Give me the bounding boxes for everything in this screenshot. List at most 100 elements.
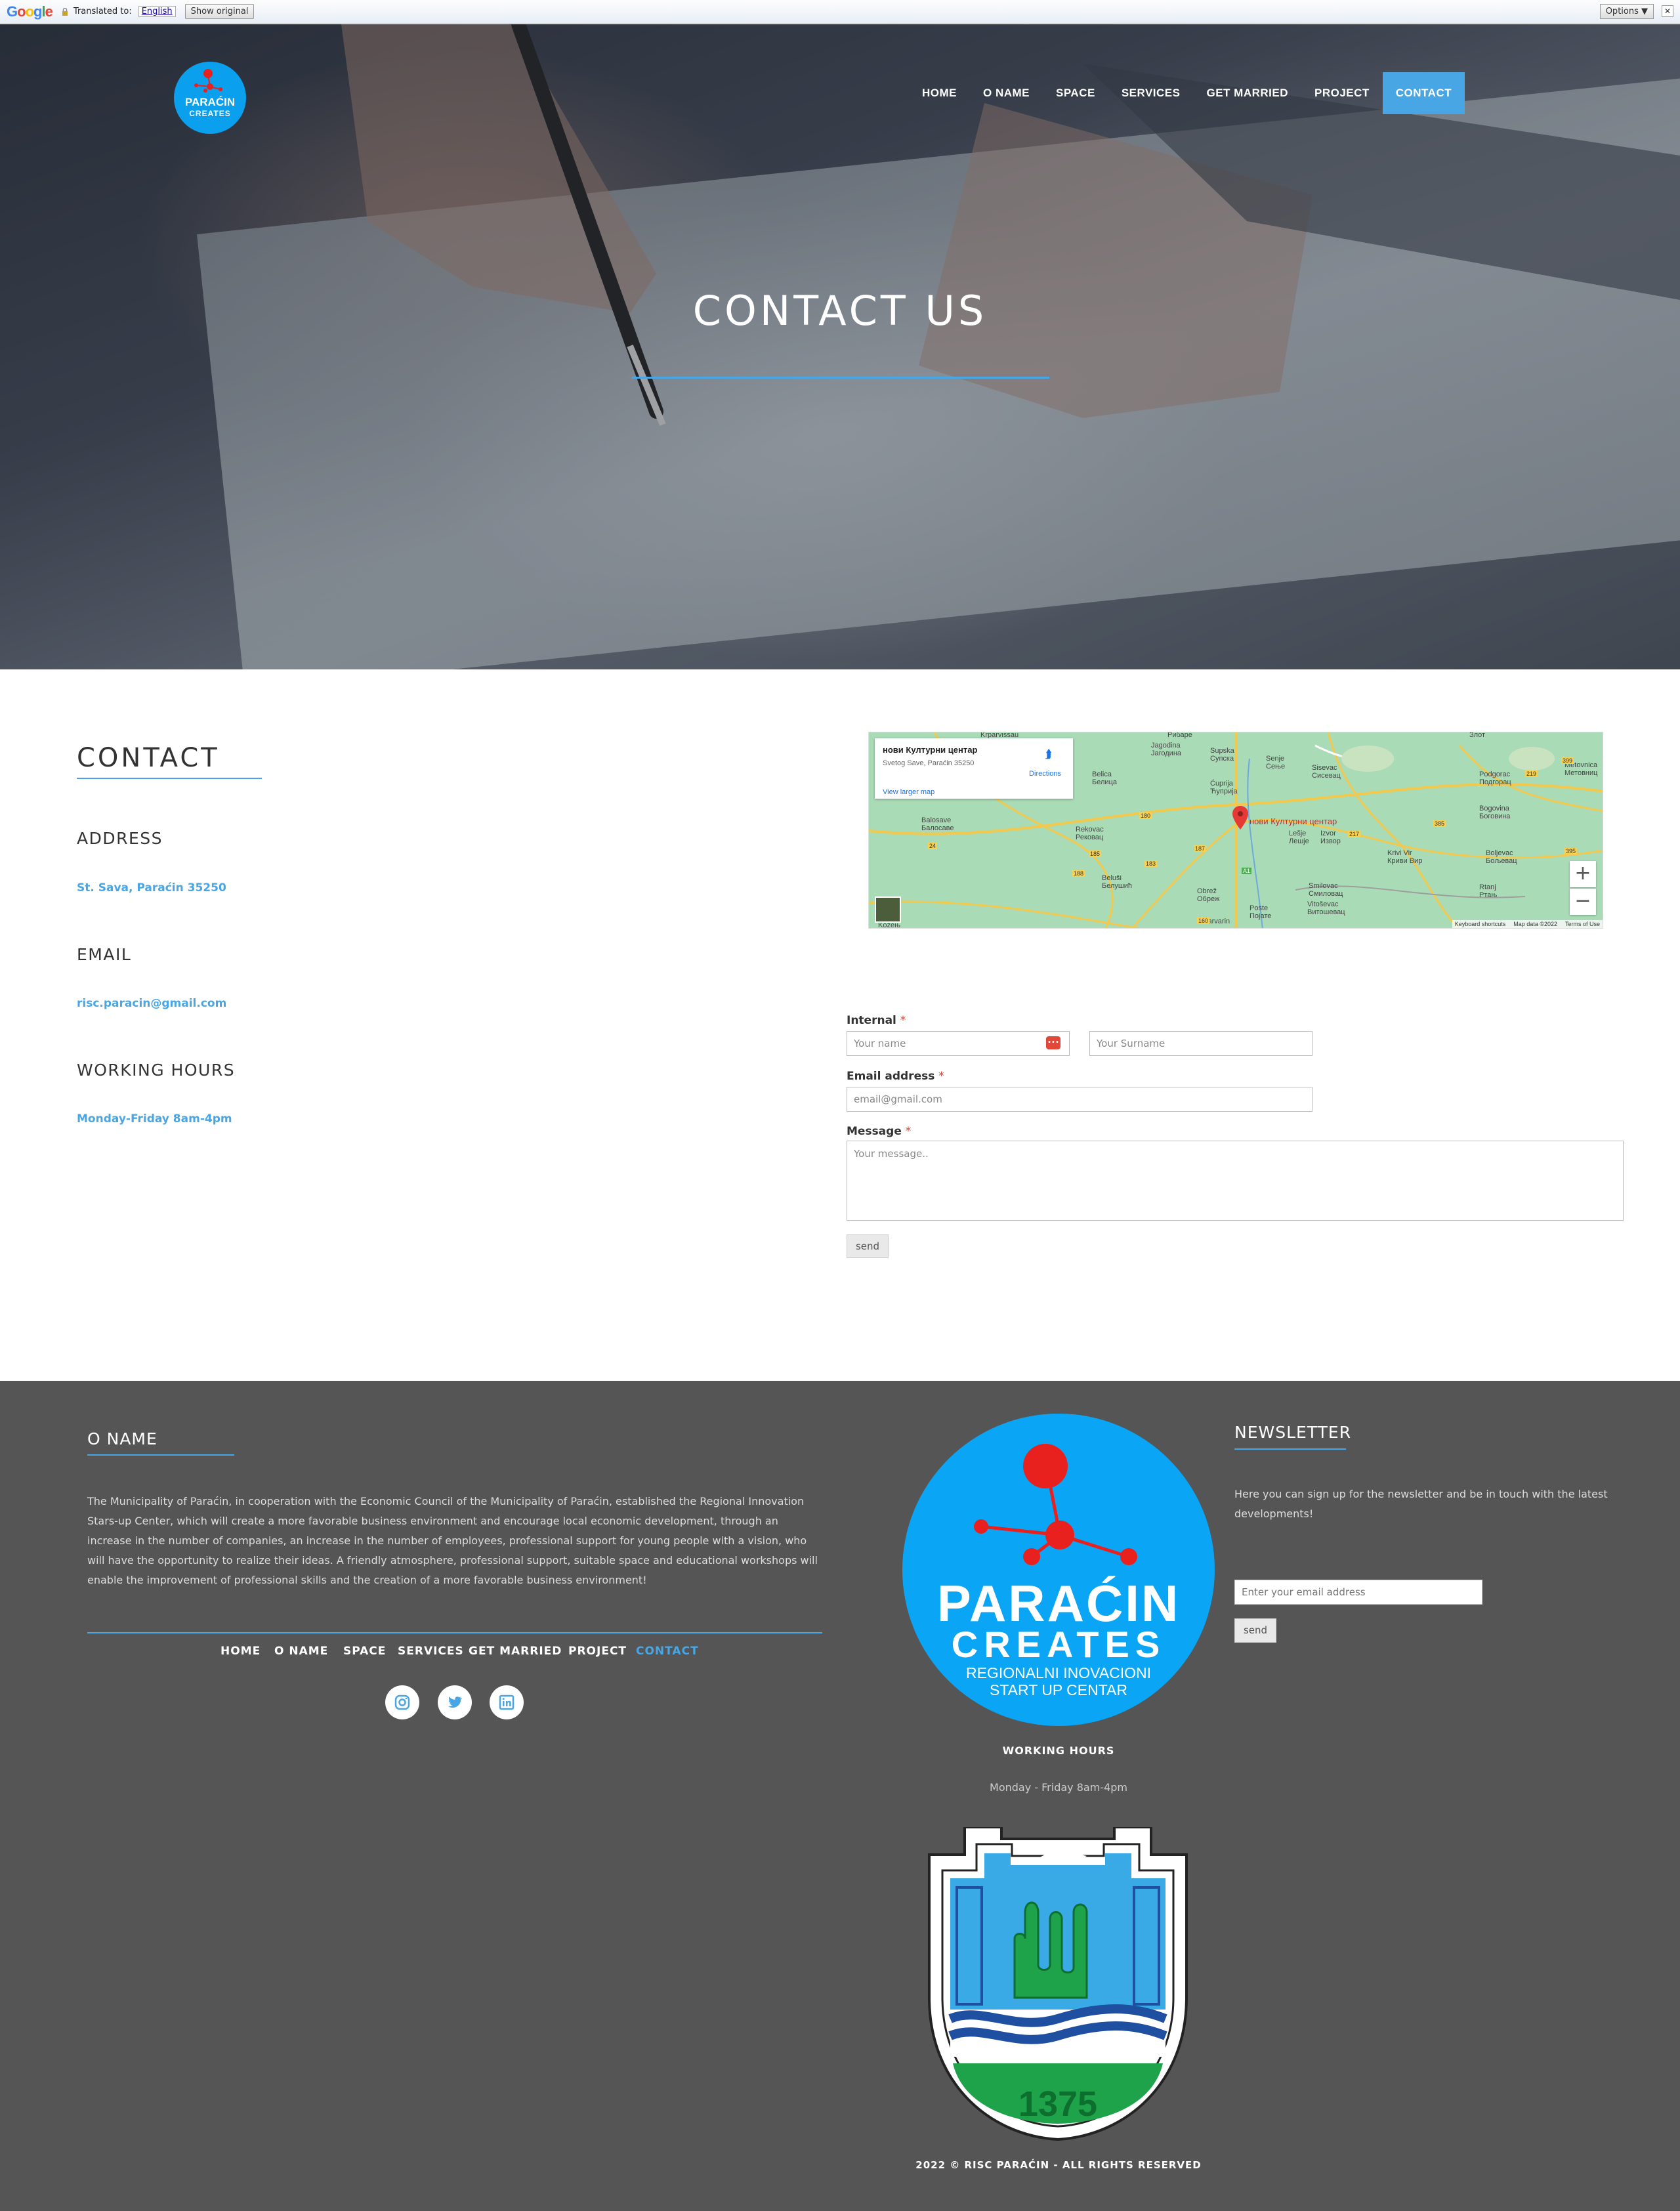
twitter-icon[interactable] [438, 1685, 472, 1719]
keyboard-shortcuts-link[interactable]: Keyboard shortcuts [1455, 921, 1506, 927]
footer-about-text: The Municipality of Paraćin, in cooperat… [87, 1495, 818, 1586]
footer-logo: PARAĆIN CREATES REGIONALNI INOVACIONI ST… [902, 1414, 1215, 1726]
address-heading: ADDRESS [77, 829, 163, 848]
newsletter-title: NEWSLETTER [1234, 1423, 1352, 1442]
newsletter-email-input[interactable] [1234, 1580, 1482, 1605]
send-button[interactable]: send [847, 1234, 889, 1258]
map-attribution: Keyboard shortcuts Map data ©2022 Terms … [1452, 920, 1603, 928]
map-road-number: 187 [1194, 845, 1207, 852]
footer-nav-get-married[interactable]: GET MARRIED [469, 1645, 562, 1658]
footer-nav-home[interactable]: HOME [220, 1645, 261, 1658]
map-road-number: A1 [1242, 868, 1252, 874]
language-select[interactable]: English [138, 6, 176, 17]
map-data-label: Map data ©2022 [1513, 921, 1557, 927]
message-label: Message * [847, 1125, 911, 1138]
message-label-text: Message [847, 1125, 902, 1138]
map-town-label: Jagodina Јагодина [1151, 742, 1182, 757]
map-town-label: Belica Белица [1092, 770, 1117, 786]
message-textarea[interactable] [847, 1141, 1624, 1221]
map-marker-label: нови Културни центар [1250, 816, 1337, 826]
email-value[interactable]: risc.paracin@gmail.com [77, 997, 226, 1010]
nav-home[interactable]: HOME [909, 72, 970, 114]
map-town-label: Рибаре [1167, 732, 1192, 739]
newsletter-underline [1234, 1448, 1346, 1450]
zoom-in-button[interactable]: + [1570, 861, 1596, 887]
options-button[interactable]: Options ▼ [1599, 4, 1654, 19]
translate-bar: Google Translated to: English Show origi… [0, 0, 1680, 24]
google-logo: Google [7, 3, 53, 20]
footer-nav-o-name[interactable]: O NAME [274, 1645, 328, 1658]
hours-value: Monday-Friday 8am-4pm [77, 1112, 232, 1126]
linkedin-icon[interactable] [490, 1685, 524, 1719]
map-town-label: Rekovac Рековац [1076, 826, 1104, 841]
logo-molecule-icon [194, 69, 222, 93]
map-place-name: нови Културни центар [883, 745, 978, 755]
directions-icon[interactable]: ⮭ [1045, 748, 1052, 761]
show-original-button[interactable]: Show original [184, 4, 255, 19]
footer-logo-line3: REGIONALNI INOVACIONI [965, 1664, 1151, 1681]
contact-title: CONTACT [77, 743, 220, 773]
map-town-label: Bogovina Боговина [1479, 805, 1511, 820]
footer-about-title: O NAME [87, 1429, 158, 1448]
contact-title-underline [77, 778, 262, 779]
google-map[interactable]: Krparvissau Рибаре Jagodina Јагодина Sup… [868, 732, 1603, 929]
nav-project[interactable]: PROJECT [1301, 72, 1383, 114]
map-road-number: 399 [1561, 757, 1574, 764]
directions-link[interactable]: Directions [1029, 770, 1061, 778]
footer-about-underline [87, 1454, 234, 1456]
map-town-label: Beluši Белушић [1102, 874, 1132, 890]
footer-logo-subtitle: REGIONALNI INOVACIONI START UP CENTAR [902, 1664, 1215, 1698]
email-label: Email address * [847, 1070, 944, 1083]
map-town-label: Vitoševac Витошевац [1307, 900, 1345, 916]
newsletter-text: Here you can sign up for the newsletter … [1234, 1488, 1608, 1520]
map-town-label: Balosave Балосаве [921, 816, 954, 832]
footer-nav-contact[interactable]: CONTACT [636, 1645, 699, 1658]
terms-link[interactable]: Terms of Use [1565, 921, 1600, 927]
name-input[interactable] [847, 1031, 1070, 1056]
nav-services[interactable]: SERVICES [1108, 72, 1194, 114]
map-town-label: Izvor Извор [1320, 830, 1341, 845]
map-town-label: Poste Поjате [1250, 904, 1272, 920]
name-label: Internal * [847, 1014, 906, 1027]
autofill-icon[interactable]: ••• [1046, 1036, 1060, 1049]
footer-nav-project[interactable]: PROJECT [568, 1645, 627, 1658]
required-marker: * [905, 1125, 912, 1138]
required-marker: * [900, 1014, 906, 1027]
address-value[interactable]: St. Sava, Paraćin 35250 [77, 881, 226, 895]
instagram-icon[interactable] [385, 1685, 419, 1719]
map-place-card: нови Културни центар Svetog Save, Paraći… [875, 738, 1073, 799]
surname-input[interactable] [1089, 1031, 1312, 1056]
nav-contact[interactable]: CONTACT [1382, 72, 1465, 114]
map-town-label: Podgorac Подгорац [1479, 770, 1511, 786]
map-town-label: Krivi Vir Криви Вир [1387, 849, 1423, 865]
zoom-out-button[interactable]: − [1570, 889, 1596, 915]
footer-nav-services[interactable]: SERVICES [398, 1645, 464, 1658]
required-marker: * [938, 1070, 944, 1083]
map-road-number: 160 [1197, 917, 1210, 924]
nav-space[interactable]: SPACE [1043, 72, 1108, 114]
map-town-label: Rtanj Ртањ [1479, 883, 1498, 899]
municipality-crest-icon: 1375 [928, 1827, 1188, 2141]
footer-nav-space[interactable]: SPACE [343, 1645, 386, 1658]
map-road-number: 385 [1433, 820, 1446, 827]
nav-o-name[interactable]: O NAME [970, 72, 1043, 114]
copyright: 2022 © RISC PARAĆIN - ALL RIGHTS RESERVE… [915, 2159, 1202, 2171]
site-logo[interactable]: PARAĆIN CREATES [174, 62, 246, 134]
view-larger-map-link[interactable]: View larger map [883, 788, 934, 796]
map-road-number: 24 [928, 843, 938, 849]
map-satellite-thumbnail[interactable] [875, 896, 901, 923]
close-icon[interactable]: ✕ [1662, 5, 1673, 17]
map-road-number: 395 [1564, 848, 1578, 854]
nav-get-married[interactable]: GET MARRIED [1193, 72, 1301, 114]
map-road-number: 185 [1089, 851, 1102, 857]
map-road-number: 188 [1072, 870, 1085, 877]
page-title: CONTACT US [692, 287, 988, 335]
map-town-label: Obrež Обреж [1197, 887, 1220, 903]
map-road-number: 180 [1139, 812, 1152, 819]
newsletter-send-button[interactable]: send [1234, 1618, 1276, 1643]
email-input[interactable] [847, 1087, 1312, 1112]
map-town-label: Ćuprija Ћуприја [1210, 780, 1238, 795]
hours-heading: WORKING HOURS [77, 1061, 236, 1080]
name-label-text: Internal [847, 1014, 896, 1027]
map-road-number: 219 [1525, 770, 1538, 777]
